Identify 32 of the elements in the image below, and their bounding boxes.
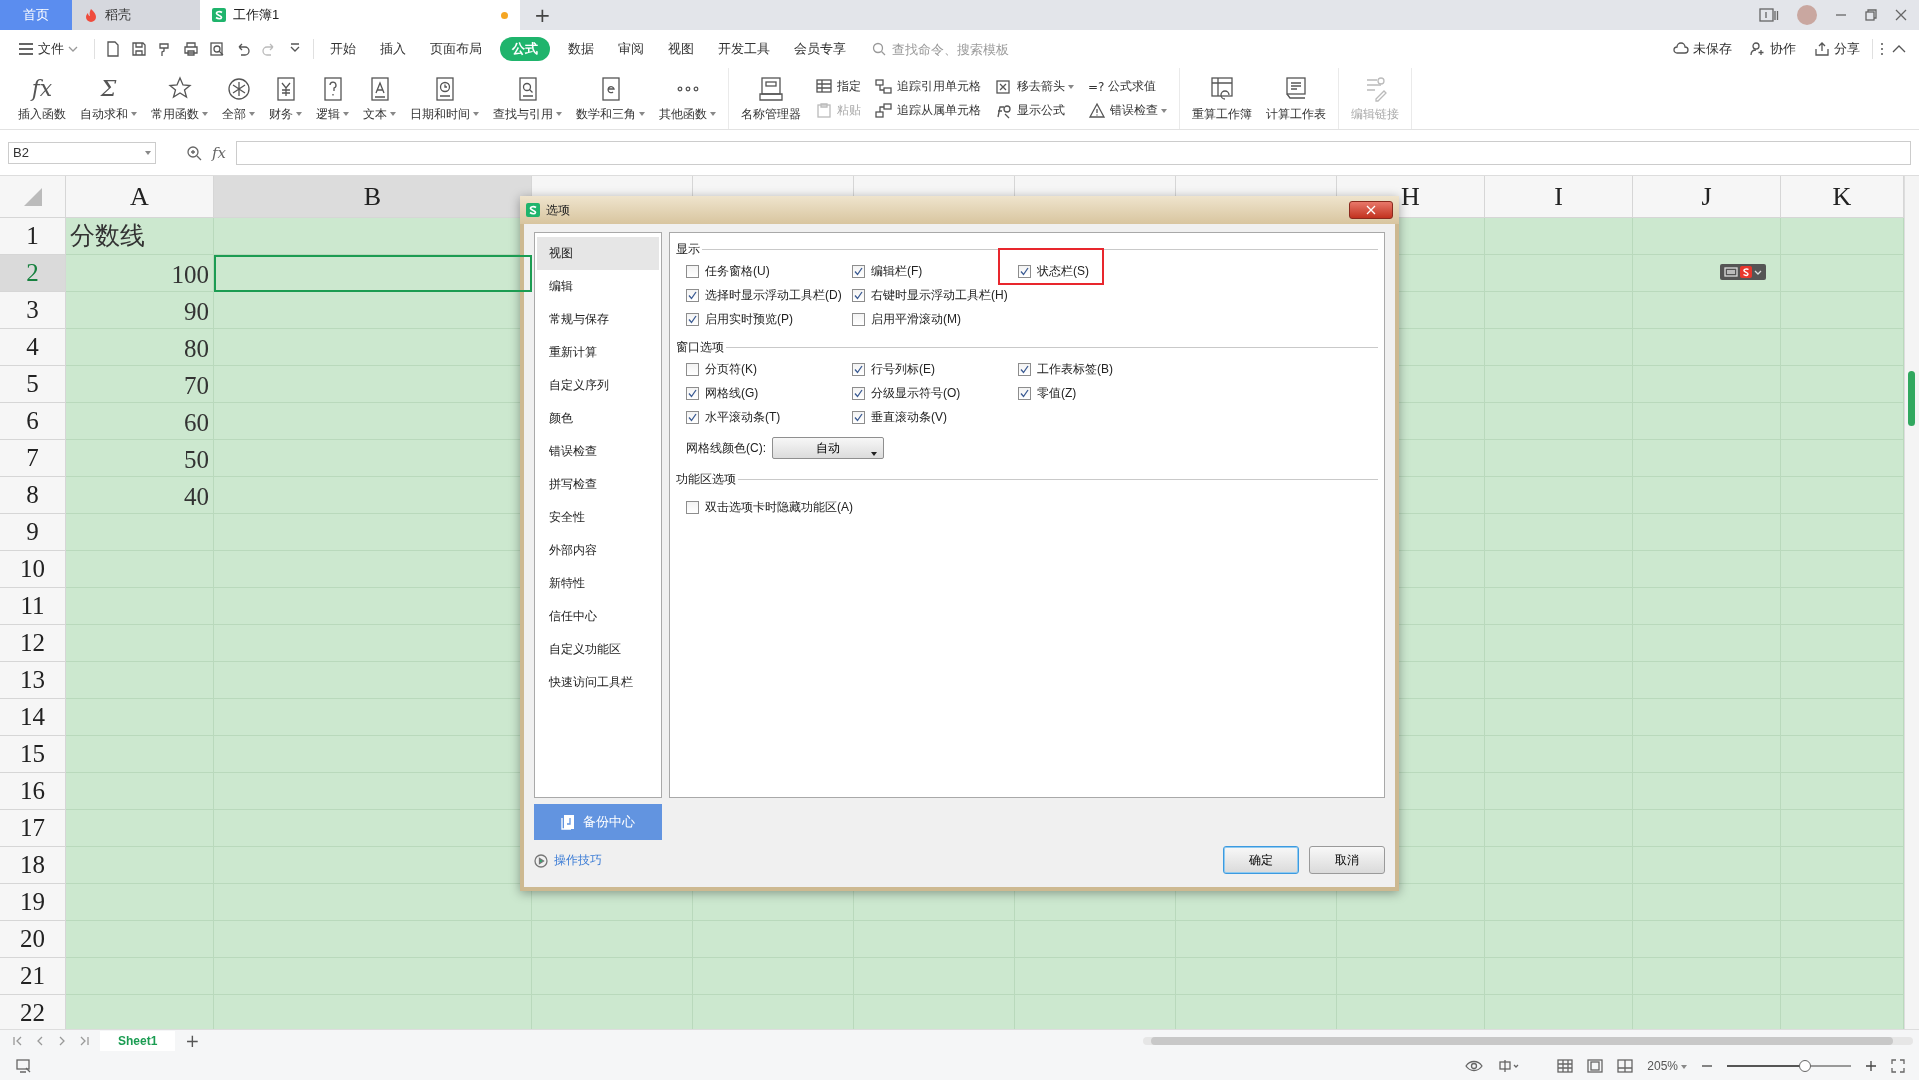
dialog-title: 选项 — [546, 201, 570, 219]
checkbox-label: 双击选项卡时隐藏功能区(A) — [705, 498, 853, 516]
checkbox-label: 垂直滚动条(V) — [871, 408, 947, 426]
checkbox-label: 启用平滑滚动(M) — [871, 310, 961, 328]
sum-icon: Σ — [100, 74, 117, 103]
checkbox-label: 零值(Z) — [1037, 384, 1077, 402]
checkbox-label: 行号列标(E) — [871, 360, 935, 378]
table-cell: 40 — [66, 477, 214, 514]
function-icon: fx — [31, 74, 53, 103]
evaluate-icon: =? — [1088, 77, 1105, 96]
section-title: 功能区选项 — [676, 470, 736, 488]
checkbox-label: 选择时显示浮动工具栏(D) — [705, 286, 842, 304]
table-cell: 90 — [66, 292, 214, 329]
section-title: 显示 — [676, 240, 700, 258]
section-title: 窗口选项 — [676, 338, 724, 356]
table-cell: 分数线 — [66, 218, 214, 255]
checkbox-label: 分级显示符号(O) — [871, 384, 961, 402]
table-cell: 80 — [66, 329, 214, 366]
checkbox-label: 右键时显示浮动工具栏(H) — [871, 286, 1008, 304]
checkbox-label: 启用实时预览(P) — [705, 310, 793, 328]
checkbox-label: 任务窗格(U) — [705, 262, 770, 280]
table-cell: 60 — [66, 403, 214, 440]
field-label: 网格线颜色(C): — [686, 439, 766, 457]
table-cell: 50 — [66, 440, 214, 477]
checkbox-label: 网格线(G) — [705, 384, 759, 402]
checkbox-label: 状态栏(S) — [1037, 262, 1089, 280]
checkbox-label: 编辑栏(F) — [871, 262, 923, 280]
checkbox-label: 分页符(K) — [705, 360, 757, 378]
table-cell: 70 — [66, 366, 214, 403]
table-cell: 100 — [66, 255, 214, 292]
checkbox-label: 工作表标签(B) — [1037, 360, 1113, 378]
checkbox-label: 水平滚动条(T) — [705, 408, 781, 426]
